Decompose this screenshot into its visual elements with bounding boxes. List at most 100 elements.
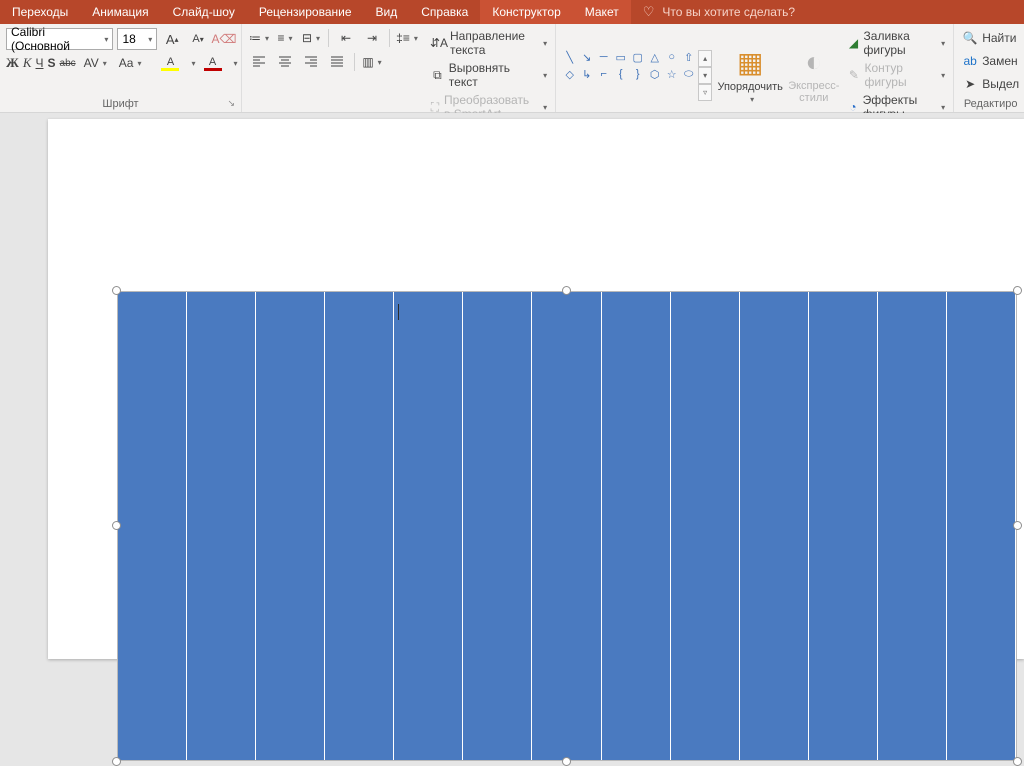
table-column[interactable] bbox=[740, 292, 809, 760]
highlight-color-button[interactable]: A bbox=[157, 53, 183, 73]
resize-handle-bm[interactable] bbox=[562, 757, 571, 766]
increase-indent-button[interactable]: ⇥ bbox=[361, 28, 383, 48]
align-left-button[interactable] bbox=[248, 52, 270, 72]
tell-me-box[interactable]: ♡ Что вы хотите сделать? bbox=[631, 4, 807, 20]
shape-tri-icon[interactable]: △ bbox=[647, 50, 662, 65]
highlight-color-dropdown[interactable]: ▾ bbox=[191, 53, 195, 73]
separator bbox=[354, 53, 355, 71]
tab-help[interactable]: Справка bbox=[409, 0, 480, 24]
table-column[interactable] bbox=[394, 292, 463, 760]
shape-gallery[interactable]: ╲ ↘ ─ ▭ ▢ △ ○ ⇧ ◇ ↳ ⌐ { } ⬡ ☆ ⬭ bbox=[562, 50, 696, 101]
shape-rbrace-icon[interactable]: } bbox=[630, 67, 645, 82]
numbering-button[interactable]: ≡▾ bbox=[274, 28, 296, 48]
chevron-down-icon: ▾ bbox=[148, 35, 152, 44]
table-column[interactable] bbox=[671, 292, 740, 760]
resize-handle-bl[interactable] bbox=[112, 757, 121, 766]
effects-icon: ◔ bbox=[847, 100, 858, 114]
tab-table-design[interactable]: Конструктор bbox=[480, 0, 572, 24]
italic-button[interactable]: К bbox=[23, 53, 32, 73]
table-column[interactable] bbox=[809, 292, 878, 760]
decrease-font-button[interactable]: A▾ bbox=[187, 29, 209, 49]
table-column[interactable] bbox=[878, 292, 947, 760]
tab-table-layout[interactable]: Макет bbox=[573, 0, 631, 24]
table-column[interactable] bbox=[256, 292, 325, 760]
strikethrough-button[interactable]: abc bbox=[60, 53, 76, 73]
shape-connector-icon[interactable]: ↳ bbox=[579, 67, 594, 82]
table-column[interactable] bbox=[187, 292, 256, 760]
table-column[interactable] bbox=[118, 292, 187, 760]
shape-line2-icon[interactable]: ─ bbox=[596, 50, 611, 65]
align-right-button[interactable] bbox=[300, 52, 322, 72]
char-spacing-button[interactable]: AV▾ bbox=[80, 53, 111, 73]
table-column[interactable] bbox=[602, 292, 671, 760]
select-button[interactable]: ➤ Выдел bbox=[960, 74, 1021, 94]
underline-button[interactable]: Ч bbox=[36, 53, 44, 73]
arrange-icon: ▦ bbox=[737, 46, 763, 79]
columns-button[interactable]: ▥▾ bbox=[361, 52, 383, 72]
tab-slideshow[interactable]: Слайд-шоу bbox=[161, 0, 247, 24]
shape-rect-icon[interactable]: ▭ bbox=[613, 50, 628, 65]
text-direction-button[interactable]: ⇵A Направление текста▾ bbox=[428, 28, 549, 58]
tab-transitions[interactable]: Переходы bbox=[0, 0, 80, 24]
chevron-down-icon: ▾ bbox=[104, 35, 108, 44]
shape-arrow-icon[interactable]: ↘ bbox=[579, 50, 594, 65]
table-column[interactable] bbox=[532, 292, 601, 760]
gallery-down-button[interactable]: ▾ bbox=[698, 67, 712, 84]
shape-lbrace-icon[interactable]: { bbox=[613, 67, 628, 82]
find-button[interactable]: 🔍 Найти bbox=[960, 28, 1021, 48]
replace-button[interactable]: ab Замен bbox=[960, 51, 1021, 71]
pen-icon: ✎ bbox=[847, 68, 860, 82]
resize-handle-tm[interactable] bbox=[562, 286, 571, 295]
tab-animations[interactable]: Анимация bbox=[80, 0, 160, 24]
change-case-button[interactable]: Aa▾ bbox=[115, 53, 146, 73]
gallery-more-button[interactable]: ▿ bbox=[698, 84, 712, 101]
ribbon: Calibri (Основной ▾ 18 ▾ A▴ A▾ A⌫ Ж К Ч … bbox=[0, 24, 1024, 113]
shape-arrowup-icon[interactable]: ⇧ bbox=[681, 50, 696, 65]
shape-hex-icon[interactable]: ⬡ bbox=[647, 67, 662, 82]
gallery-up-button[interactable]: ▴ bbox=[698, 50, 712, 67]
resize-handle-br[interactable] bbox=[1013, 757, 1022, 766]
shape-rect2-icon[interactable]: ▢ bbox=[630, 50, 645, 65]
dialog-launcher-icon[interactable]: ↘ bbox=[227, 98, 235, 109]
shape-circle-icon[interactable]: ○ bbox=[664, 50, 679, 65]
decrease-indent-button[interactable]: ⇤ bbox=[335, 28, 357, 48]
arrange-button[interactable]: ▦ Упорядочить ▾ bbox=[718, 42, 782, 108]
shape-line-icon[interactable]: ╲ bbox=[562, 50, 577, 65]
align-text-button[interactable]: ⧉ Выровнять текст▾ bbox=[428, 60, 549, 90]
resize-handle-ml[interactable] bbox=[112, 521, 121, 530]
shape-gallery-scroll: ▴ ▾ ▿ bbox=[698, 50, 712, 101]
font-color-dropdown[interactable]: ▾ bbox=[234, 53, 238, 73]
table-selection[interactable] bbox=[117, 291, 1017, 761]
shape-elbow-icon[interactable]: ⌐ bbox=[596, 67, 611, 82]
line-spacing-button[interactable]: ‡≡▾ bbox=[396, 28, 418, 48]
bold-button[interactable]: Ж bbox=[6, 53, 19, 73]
shape-cloud-icon[interactable]: ⬭ bbox=[681, 67, 696, 82]
font-size-combo[interactable]: 18 ▾ bbox=[117, 28, 157, 50]
align-center-button[interactable] bbox=[274, 52, 296, 72]
justify-button[interactable] bbox=[326, 52, 348, 72]
increase-font-button[interactable]: A▴ bbox=[161, 29, 183, 49]
shape-outline-button: ✎ Контур фигуры▾ bbox=[845, 60, 947, 90]
tab-view[interactable]: Вид bbox=[364, 0, 410, 24]
font-name-combo[interactable]: Calibri (Основной ▾ bbox=[6, 28, 113, 50]
shape-fill-button[interactable]: ◢ Заливка фигуры▾ bbox=[845, 28, 947, 58]
table-object[interactable] bbox=[117, 291, 1017, 761]
shape-diamond-icon[interactable]: ◇ bbox=[562, 67, 577, 82]
text-shadow-button[interactable]: S bbox=[48, 53, 56, 73]
text-cursor bbox=[398, 304, 399, 320]
table-column[interactable] bbox=[463, 292, 532, 760]
group-font-label: Шрифт ↘ bbox=[6, 96, 235, 110]
clear-formatting-button[interactable]: A⌫ bbox=[213, 29, 235, 49]
tab-review[interactable]: Рецензирование bbox=[247, 0, 364, 24]
table-column[interactable] bbox=[325, 292, 394, 760]
shape-star-icon[interactable]: ☆ bbox=[664, 67, 679, 82]
cursor-icon: ➤ bbox=[962, 77, 978, 91]
font-color-button[interactable]: A bbox=[200, 53, 226, 73]
list-level-button[interactable]: ⊟▾ bbox=[300, 28, 322, 48]
resize-handle-tr[interactable] bbox=[1013, 286, 1022, 295]
resize-handle-tl[interactable] bbox=[112, 286, 121, 295]
resize-handle-mr[interactable] bbox=[1013, 521, 1022, 530]
table-column[interactable] bbox=[947, 292, 1016, 760]
bullets-button[interactable]: ≔▾ bbox=[248, 28, 270, 48]
font-size-value: 18 bbox=[122, 32, 135, 46]
